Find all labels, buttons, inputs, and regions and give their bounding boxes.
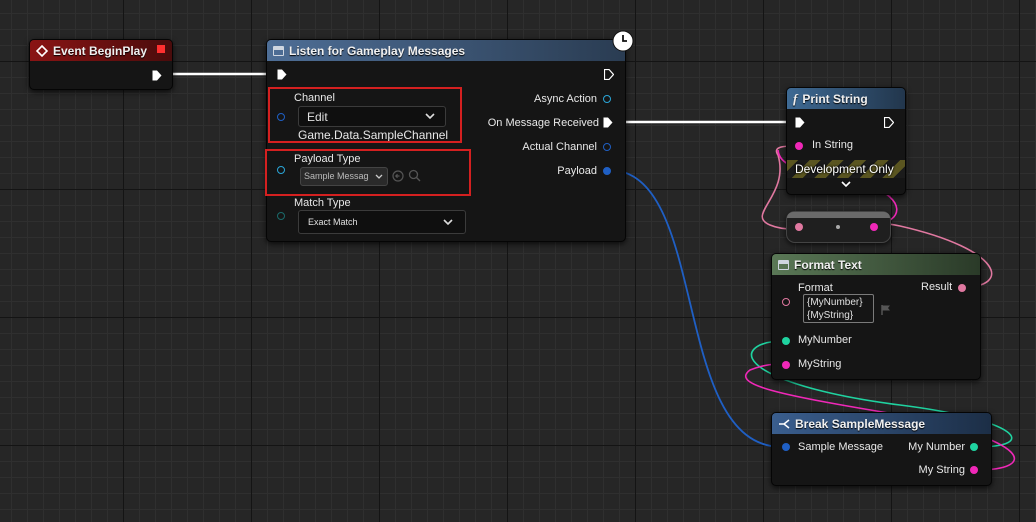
actual-channel-label: Actual Channel xyxy=(522,141,597,153)
in-string-label: In String xyxy=(812,139,853,151)
format-text-node[interactable]: Format Text Format {MyNumber} {MyString}… xyxy=(771,253,981,380)
mynumber-pin[interactable] xyxy=(782,337,790,345)
break-struct-icon xyxy=(779,418,790,429)
conversion-node[interactable] xyxy=(786,211,891,243)
listen-node-header: Listen for Gameplay Messages xyxy=(267,40,625,61)
conversion-node-top xyxy=(787,212,890,218)
format-text-header: Format Text xyxy=(772,254,980,275)
conversion-in-pin[interactable] xyxy=(795,223,803,231)
print-string-title: Print String xyxy=(802,91,868,106)
conversion-out-pin[interactable] xyxy=(870,223,878,231)
break-node-header: Break SampleMessage xyxy=(772,413,991,434)
channel-highlight-box xyxy=(268,87,462,143)
async-action-label: Async Action xyxy=(534,93,597,105)
payload-label: Payload xyxy=(557,165,597,177)
async-action-pin[interactable] xyxy=(603,95,611,103)
mystring-pin[interactable] xyxy=(782,361,790,369)
result-label: Result xyxy=(921,281,953,293)
my-number-label: My Number xyxy=(908,441,965,453)
break-node-title: Break SampleMessage xyxy=(795,416,926,431)
payload-wire xyxy=(608,169,783,448)
mynumber-label: MyNumber xyxy=(798,334,852,346)
match-type-dropdown-value: Exact Match xyxy=(308,217,358,227)
flag-icon[interactable] xyxy=(880,304,892,316)
format-input-box[interactable]: {MyNumber} {MyString} xyxy=(803,294,874,323)
then-exec-out-pin[interactable] xyxy=(604,69,614,80)
listen-node-title: Listen for Gameplay Messages xyxy=(289,43,466,58)
event-diamond-icon xyxy=(36,44,48,57)
event-beginplay-header: Event BeginPlay xyxy=(30,40,172,61)
print-exec-in-pin[interactable] xyxy=(795,117,805,128)
break-samplemessage-node[interactable]: Break SampleMessage Sample Message My Nu… xyxy=(771,412,992,486)
format-value-line2: {MyString} xyxy=(807,310,854,321)
my-string-label: My String xyxy=(918,464,965,476)
chevron-down-icon xyxy=(443,219,453,226)
format-text-title: Format Text xyxy=(794,257,862,272)
my-string-out-pin[interactable] xyxy=(970,466,978,474)
in-string-pin[interactable] xyxy=(795,142,803,150)
payload-out-pin[interactable] xyxy=(603,167,611,175)
print-exec-out-pin[interactable] xyxy=(884,117,894,128)
event-beginplay-node[interactable]: Event BeginPlay xyxy=(29,39,173,90)
match-type-pin[interactable] xyxy=(277,212,285,220)
on-message-received-label: On Message Received xyxy=(487,117,599,129)
format-pin[interactable] xyxy=(782,298,790,306)
chevron-down-icon[interactable] xyxy=(841,181,851,189)
result-pin[interactable] xyxy=(958,284,966,292)
exec-in-pin[interactable] xyxy=(277,69,287,80)
sample-message-label: Sample Message xyxy=(798,441,883,453)
clock-icon xyxy=(612,30,634,52)
format-value-line1: {MyNumber} xyxy=(807,297,863,308)
delegate-pin[interactable] xyxy=(157,45,165,53)
actual-channel-pin[interactable] xyxy=(603,143,611,151)
development-only-banner: Development Only xyxy=(787,160,905,178)
exec-out-pin[interactable] xyxy=(152,70,162,81)
function-icon xyxy=(273,45,284,56)
on-message-received-pin[interactable] xyxy=(603,117,613,128)
pure-function-icon xyxy=(778,259,789,270)
sample-message-pin[interactable] xyxy=(782,443,790,451)
function-f-icon: f xyxy=(793,90,798,106)
mystring-label: MyString xyxy=(798,358,842,370)
event-beginplay-title: Event BeginPlay xyxy=(53,43,148,58)
match-type-label: Match Type xyxy=(294,197,351,209)
format-label: Format xyxy=(798,282,833,294)
match-type-dropdown[interactable]: Exact Match xyxy=(298,210,466,234)
print-string-header: f Print String xyxy=(787,88,905,109)
conversion-dot xyxy=(836,225,840,229)
my-number-out-pin[interactable] xyxy=(970,443,978,451)
development-only-label: Development Only xyxy=(795,162,894,176)
print-string-node[interactable]: f Print String In String Development Onl… xyxy=(786,87,906,195)
payload-type-highlight-box xyxy=(265,149,471,196)
